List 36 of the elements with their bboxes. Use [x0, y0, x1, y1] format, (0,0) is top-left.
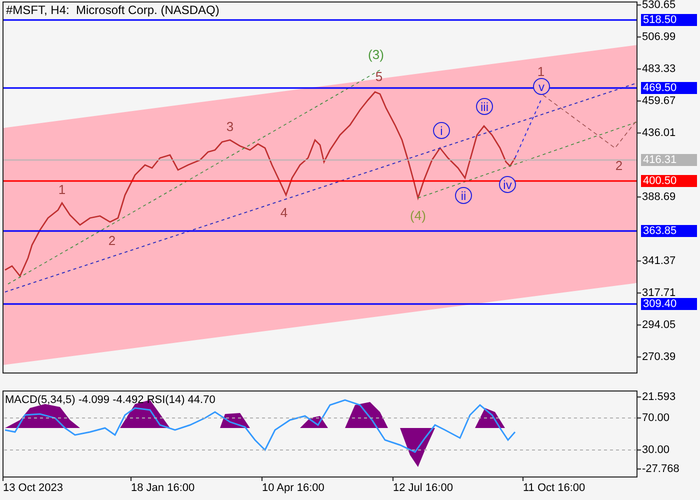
wave-label: 1	[58, 183, 66, 197]
wave-label: (3)	[368, 48, 384, 62]
time-axis-label: 10 Apr 16:00	[262, 482, 324, 494]
indicator-axis-label: 70.00	[642, 412, 670, 424]
price-axis-label: 506.99	[642, 31, 676, 43]
time-axis-label: 18 Jan 16:00	[131, 482, 195, 494]
price-level-badge: 363.85	[641, 225, 697, 237]
indicator-axis-label: 21.593	[642, 391, 676, 403]
time-axis-label: 12 Jul 16:00	[393, 482, 453, 494]
price-level-badge: 416.31	[641, 154, 697, 166]
wave-label: 4	[280, 206, 288, 220]
chart-title: #MSFT, H4: Microsoft Corp. (NASDAQ)	[6, 3, 220, 17]
time-axis-label: 13 Oct 2023	[3, 482, 63, 494]
price-axis-label: 459.67	[642, 95, 676, 107]
price-level-badge: 469.50	[641, 82, 697, 94]
wave-label: 3	[226, 120, 234, 134]
price-axis-label: 483.33	[642, 63, 676, 75]
price-axis-label: 530.65	[642, 0, 676, 11]
time-axis-label: 11 Oct 16:00	[523, 482, 586, 494]
price-level-badge: 309.40	[641, 298, 697, 310]
indicator-label: MACD(5,34,5) -4.099 -4.492 RSI(14) 44.70	[5, 394, 216, 406]
price-axis-label: 294.05	[642, 319, 676, 331]
indicator-axis-label: 30.00	[642, 444, 670, 456]
price-axis-label: 436.01	[642, 127, 676, 139]
wave-label: 1	[537, 65, 545, 79]
price-axis-label: 341.37	[642, 255, 676, 267]
wave-label: (4)	[410, 209, 426, 223]
indicator-axis-label: -27.768	[642, 463, 680, 475]
price-level-badge: 400.50	[641, 175, 697, 187]
price-level-badge: 518.50	[641, 14, 697, 26]
price-axis-label: 388.69	[642, 191, 676, 203]
wave-label: 5	[375, 70, 383, 84]
price-axis-label: 270.39	[642, 351, 676, 363]
wave-label: 2	[108, 234, 116, 248]
price-axis-label: 317.71	[642, 287, 676, 299]
wave-label: 2	[615, 159, 623, 173]
